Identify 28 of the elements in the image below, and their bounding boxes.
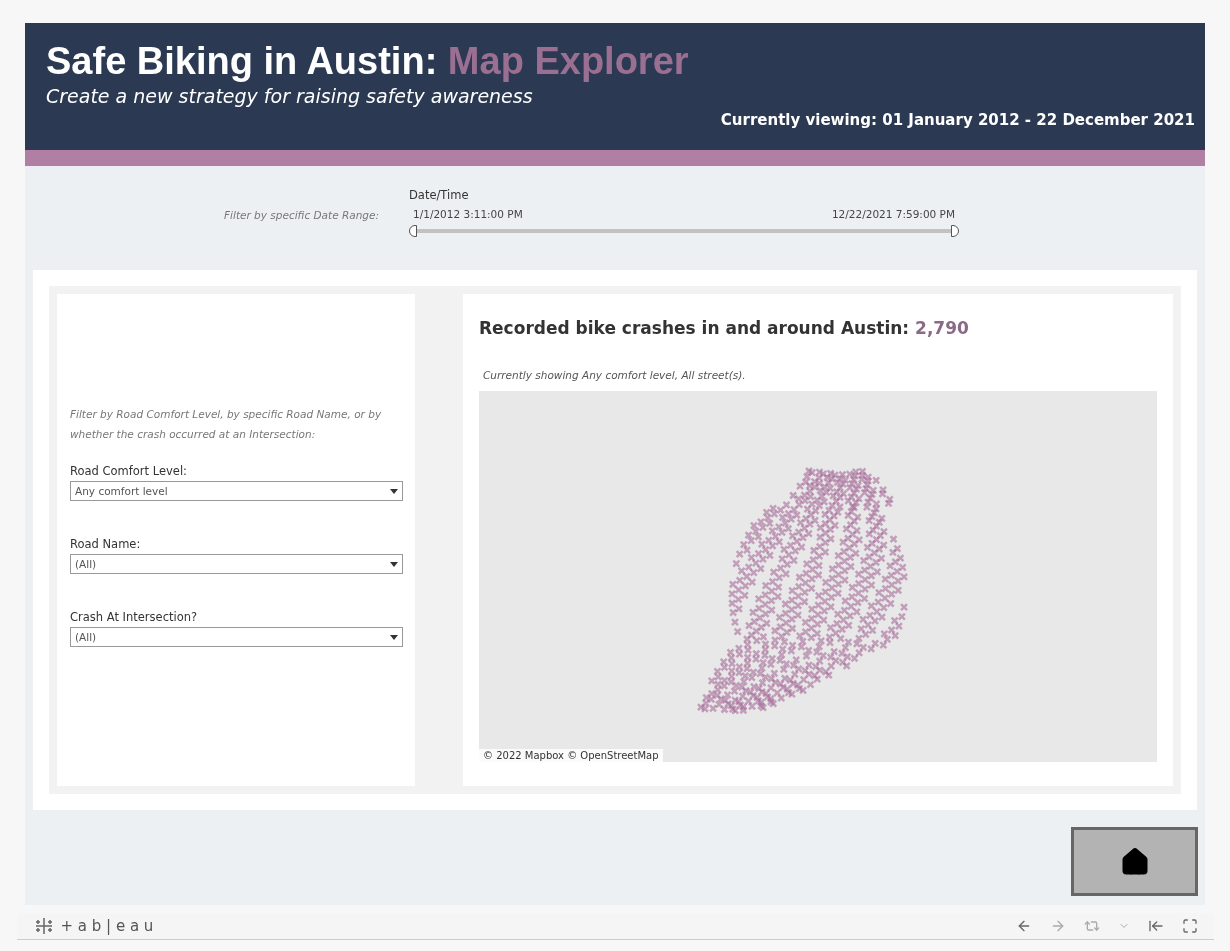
dashboard-subtitle: Create a new strategy for raising safety awareness — [46, 85, 534, 107]
home-icon — [1119, 846, 1150, 877]
filter-dropdown[interactable]: (All) — [70, 554, 403, 574]
filter-dropdown[interactable]: (All) — [70, 627, 403, 647]
range-start: 1/1/2012 3:11:00 PM — [413, 208, 523, 220]
dashboard-title: Safe Biking in Austin: Map Explorer — [46, 40, 690, 83]
reset-icon[interactable] — [1147, 918, 1164, 934]
map-attribution: © 2022 Mapbox © OpenStreetMap — [479, 749, 663, 762]
caret-icon — [390, 488, 398, 494]
filter-label: Road Comfort Level: — [70, 464, 188, 478]
fullscreen-icon[interactable] — [1181, 918, 1198, 934]
map-placeholder[interactable]: © 2022 Mapbox © OpenStreetMap — [479, 391, 1157, 762]
caret-icon — [390, 561, 398, 567]
date-filter-hint: Filter by specific Date Range: — [223, 209, 379, 221]
filter-hint: Filter by Road Comfort Level, by specific Road Name, or by whether the crash occurred at an Intersection: — [70, 407, 383, 442]
date-filter-label: Date/Time — [409, 188, 470, 202]
map-caption: Currently showing Any comfort level, All street(s). — [483, 369, 747, 381]
filter-label: Crash At Intersection? — [70, 610, 199, 624]
home-button[interactable] — [1071, 827, 1198, 896]
tableau-logo: + a b | e a u — [60, 917, 154, 935]
range-end: 12/22/2021 7:59:00 PM — [831, 208, 955, 220]
date-range-text: Currently viewing: 01 January 2012 - 22 December 2021 — [720, 111, 1195, 129]
caret-icon — [390, 634, 398, 640]
slider-handle[interactable] — [409, 225, 417, 237]
slider-handle[interactable] — [951, 225, 959, 237]
filter-dropdown[interactable]: Any comfort level — [70, 481, 403, 501]
map-title: Recorded bike crashes in and around Austin: 2,790 — [479, 318, 970, 338]
filter-label: Road Name: — [70, 537, 142, 551]
